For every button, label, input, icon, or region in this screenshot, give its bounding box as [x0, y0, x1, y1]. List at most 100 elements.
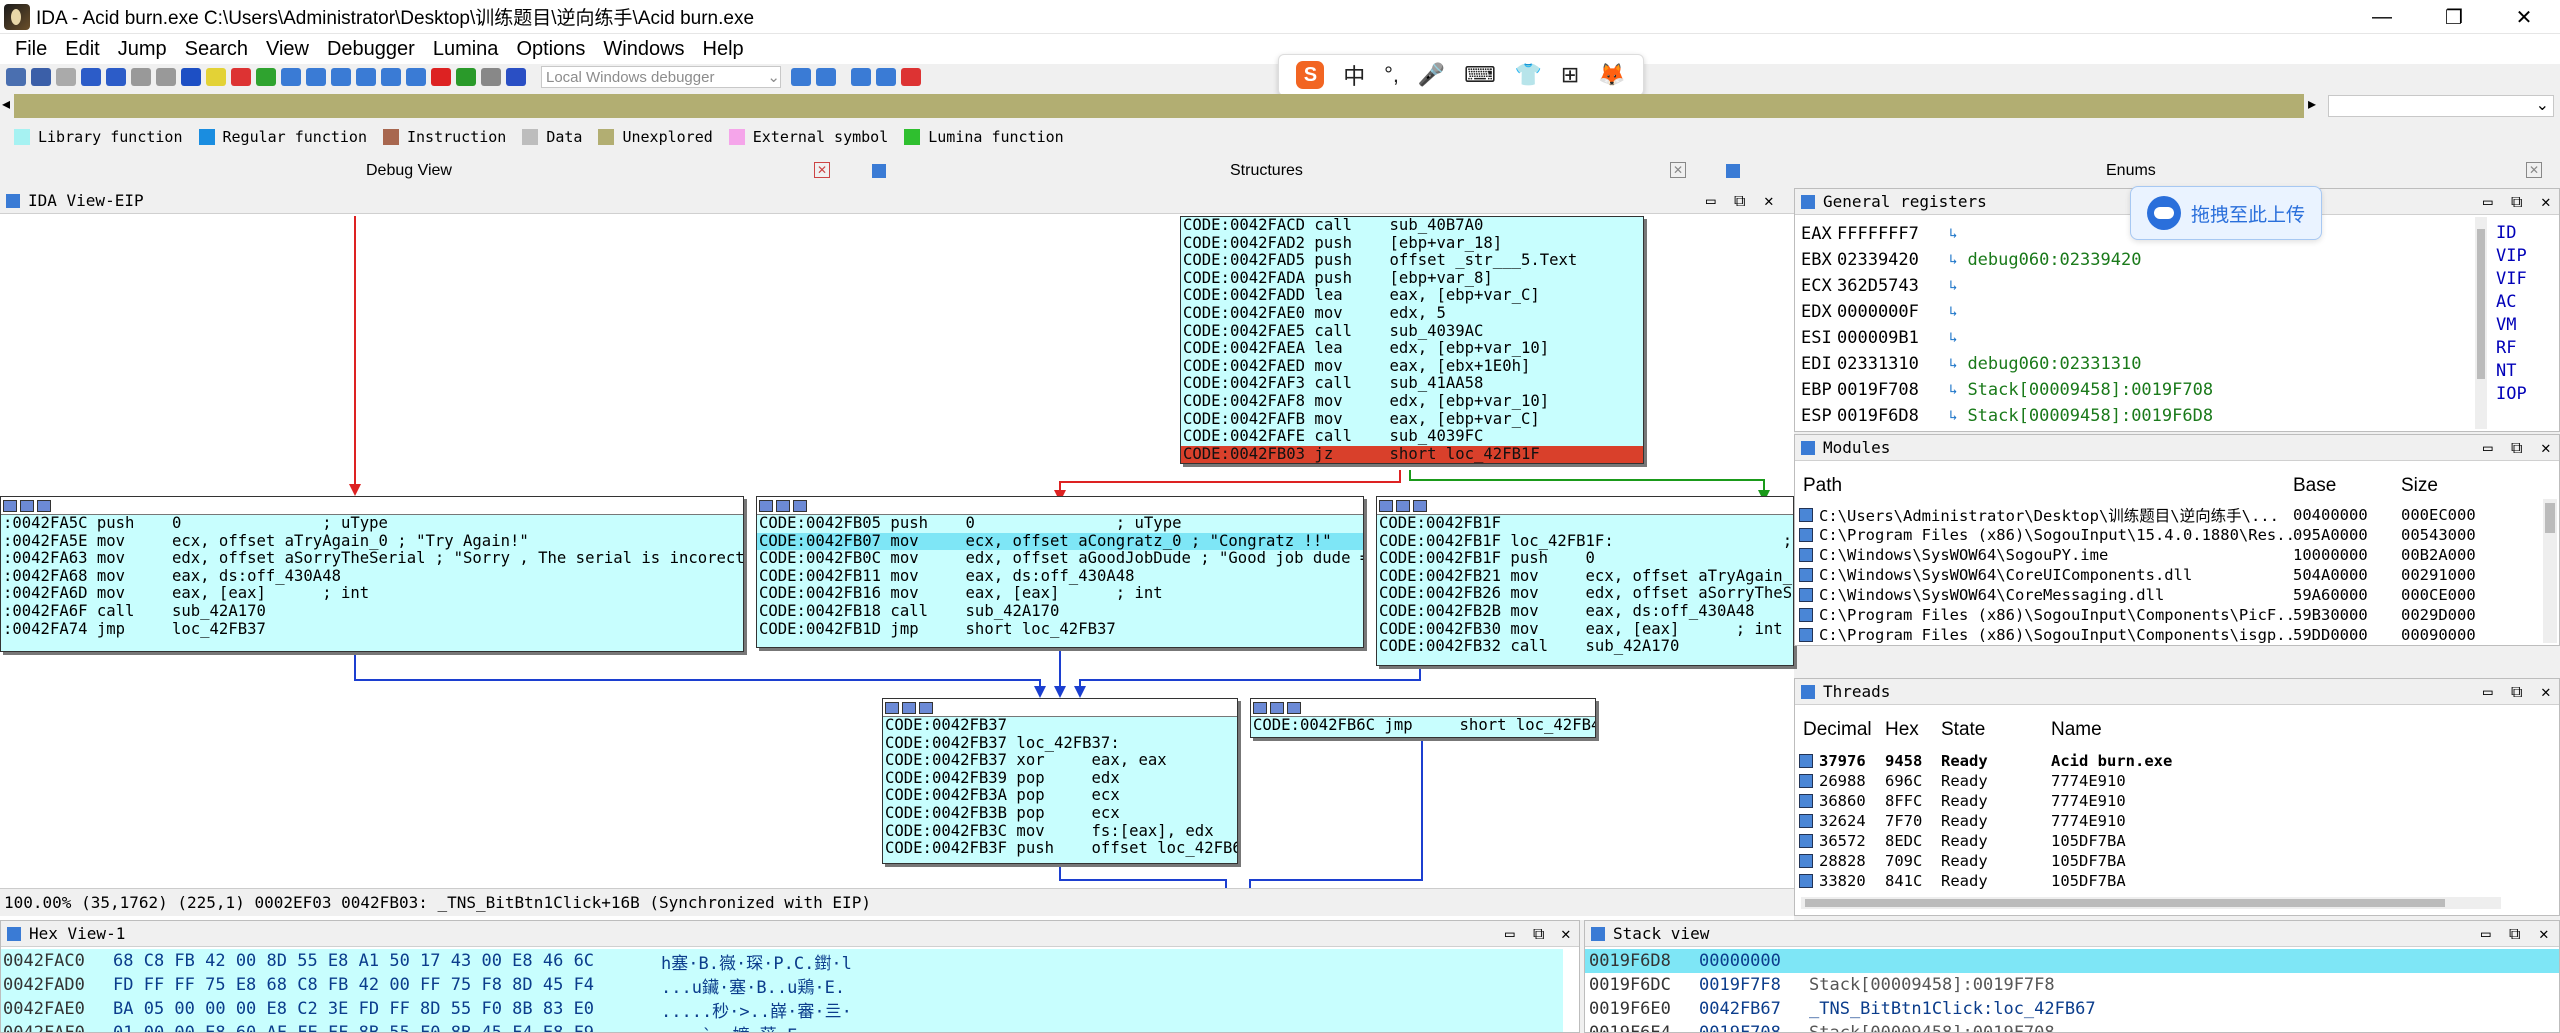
module-row[interactable]: C:\Program Files (x86)\SogouInput\15.4.0… — [1795, 525, 2545, 545]
breakpoints-icon[interactable] — [851, 68, 871, 86]
menu-windows[interactable]: Windows — [594, 38, 693, 61]
module-row[interactable]: C:\Users\Administrator\Desktop\训练题目\逆向练手… — [1795, 505, 2545, 525]
punctuation-icon[interactable]: °, — [1384, 62, 1399, 88]
close-icon[interactable]: ✕ — [2541, 438, 2551, 457]
attach-icon[interactable] — [791, 68, 811, 86]
code-line[interactable]: CODE:0042FB26 mov edx, offset aSorryTheS… — [1377, 585, 1793, 603]
jump-arrow-icon[interactable]: ↳ — [1949, 408, 1957, 424]
flag-item[interactable]: ID — [2496, 222, 2556, 245]
code-line[interactable]: CODE:0042FAEA lea edx, [ebp+var_10] — [1181, 340, 1643, 358]
stack-value[interactable]: 0019F708 — [1699, 1023, 1809, 1032]
minimize-button[interactable]: — — [2352, 0, 2412, 34]
module-row[interactable]: C:\Program Files (x86)\SogouInput\Compon… — [1795, 605, 2545, 625]
close-icon[interactable]: ✕ — [2541, 192, 2551, 211]
hex-row[interactable]: 0042FAE0 BA 05 00 00 00 E8 C2 3E FD FF 8D… — [1, 997, 1563, 1022]
run-icon[interactable] — [456, 68, 476, 86]
chart-icon[interactable] — [406, 68, 426, 86]
minimize-icon[interactable]: ▭ — [2483, 438, 2493, 457]
code-line[interactable]: CODE:0042FB07 mov ecx, offset aCongratz_… — [757, 532, 1363, 551]
stack-value[interactable]: 0019F7F8 — [1699, 975, 1809, 995]
code-line[interactable]: CODE:0042FADD lea eax, [ebp+var_C] — [1181, 287, 1643, 305]
jump-arrow-icon[interactable]: ↳ — [1949, 278, 1957, 294]
upload-drop-tip[interactable]: 拖拽至此上传 — [2130, 186, 2322, 240]
register-row[interactable]: ESP 0019F6D8 ↳ Stack[00009458]:0019F6D8 — [1795, 403, 2475, 429]
code-line[interactable]: CODE:0042FAE0 mov edx, 5 — [1181, 304, 1643, 323]
nav-left-arrow-icon[interactable]: ◂ — [2, 94, 10, 114]
close-icon[interactable]: ✕ — [2541, 682, 2551, 701]
graph2-icon[interactable] — [306, 68, 326, 86]
code-line[interactable]: CODE:0042FB2B mov eax, ds:off_430A48 — [1377, 602, 1793, 621]
minimize-icon[interactable]: ▭ — [2481, 924, 2491, 943]
column-name[interactable]: Name — [2051, 719, 2351, 741]
mascot-icon[interactable]: 🦊 — [1598, 62, 1625, 88]
code-line[interactable]: CODE:0042FB11 mov eax, ds:off_430A48 — [757, 567, 1363, 586]
stack-row[interactable]: 0019F6E4 0019F708 Stack[00009458]:0019F708 — [1585, 1021, 2559, 1032]
code-line[interactable]: CODE:0042FB18 call sub_42A170 — [757, 602, 1363, 621]
register-comment[interactable]: Stack[00009458]:0019F6D8 — [1967, 406, 2213, 426]
code-line[interactable]: CODE:0042FB32 call sub_42A170 — [1377, 638, 1793, 656]
menu-debugger[interactable]: Debugger — [318, 38, 424, 61]
stop-icon[interactable] — [506, 68, 526, 86]
code-line[interactable]: :0042FA5E mov ecx, offset aTryAgain_0 ; … — [1, 532, 743, 551]
modules-scrollbar[interactable] — [2543, 499, 2557, 643]
module-row[interactable]: C:\Windows\SysWOW64\SogouPY.ime 10000000 0… — [1795, 545, 2545, 565]
code-line[interactable]: CODE:0042FB30 mov eax, [eax] ; int — [1377, 620, 1793, 639]
hex-bytes[interactable]: 01 00 00 E8 60 AF FE FF 8B 55 F0 8B 45 F… — [113, 1023, 661, 1032]
stop-x-icon[interactable] — [431, 68, 451, 86]
thread-row[interactable]: 36860 8FFC Ready 7774E910 — [1795, 791, 2545, 811]
jump-arrow-icon[interactable]: ↳ — [1949, 252, 1957, 268]
hex-row[interactable]: 0042FAC0 68 C8 FB 42 00 8D 55 E8 A1 50 17… — [1, 949, 1563, 974]
keyboard-icon[interactable]: ⌨ — [1464, 62, 1496, 88]
close-icon[interactable]: ✕ — [1670, 162, 1686, 178]
column-hex[interactable]: Hex — [1885, 719, 1941, 741]
stack-row[interactable]: 0019F6DC 0019F7F8 Stack[00009458]:0019F7F8 — [1585, 973, 2559, 997]
register-row[interactable]: EBX 02339420 ↳ debug060:02339420 — [1795, 247, 2475, 273]
code-line[interactable]: CODE:0042FB37 — [883, 716, 1237, 735]
code-line[interactable]: :0042FA6F call sub_42A170 — [1, 602, 743, 621]
minimize-icon[interactable]: ▭ — [2483, 682, 2493, 701]
minimize-icon[interactable]: ▭ — [1706, 191, 1716, 210]
pause-icon[interactable] — [481, 68, 501, 86]
register-row[interactable]: EDI 02331310 ↳ debug060:02331310 — [1795, 351, 2475, 377]
stack-comment[interactable]: Stack[00009458]:0019F7F8 — [1809, 975, 2055, 995]
hex-ascii[interactable]: .....秒·>..嶭·審·亖· — [661, 997, 1161, 1022]
code-line[interactable]: CODE:0042FB16 mov eax, [eax] ; int — [757, 585, 1363, 603]
stack-row[interactable]: 0019F6D8 00000000 — [1585, 949, 2559, 973]
module-row[interactable]: C:\Windows\SysWOW64\CoreUIComponents.dll… — [1795, 565, 2545, 585]
code-line[interactable]: :0042FA5C push 0 ; uType — [1, 514, 743, 533]
float-icon[interactable]: ⧉ — [2511, 682, 2522, 702]
jump-arrow-icon[interactable]: ↳ — [1949, 382, 1957, 398]
code-line[interactable]: CODE:0042FAFE call sub_4039FC — [1181, 428, 1643, 446]
code-line[interactable]: CODE:0042FAED mov eax, [ebx+1E0h] — [1181, 357, 1643, 376]
detach-icon[interactable] — [816, 68, 836, 86]
hex-ascii[interactable]: h塞·B.嶶·琛·P.C.鑆·l — [661, 949, 1161, 974]
stack-value[interactable]: 00000000 — [1699, 951, 1809, 971]
float-icon[interactable]: ⧉ — [2511, 192, 2522, 212]
module-row[interactable]: C:\Program Files (x86)\SogouInput\Compon… — [1795, 625, 2545, 645]
delete-breakpoint-icon[interactable] — [901, 68, 921, 86]
code-block-loc-42fb37[interactable]: CODE:0042FB37 CODE:0042FB37 loc_42FB37: CO… — [882, 698, 1238, 864]
close-icon[interactable]: ✕ — [1764, 191, 1774, 210]
hex-bytes[interactable]: FD FF FF 75 E8 68 C8 FB 42 00 FF 75 F8 8… — [113, 975, 661, 995]
column-path[interactable]: Path — [1795, 475, 2293, 497]
thread-row[interactable]: 33820 841C Ready 105DF7BA — [1795, 871, 2545, 891]
close-icon[interactable]: ✕ — [814, 162, 830, 178]
flag-item[interactable]: VIP — [2496, 245, 2556, 268]
register-row[interactable]: ECX 362D5743 ↳ — [1795, 273, 2475, 299]
thread-row[interactable]: 37976 9458 Ready Acid burn.exe — [1795, 751, 2545, 771]
register-value[interactable]: 000009B1 — [1837, 328, 1949, 348]
stack-comment[interactable]: _TNS_BitBtn1Click:loc_42FB67 — [1809, 999, 2096, 1019]
code-line[interactable]: CODE:0042FB3C mov fs:[eax], edx — [883, 822, 1237, 841]
register-value[interactable]: 0000000F — [1837, 302, 1949, 322]
code-line[interactable]: CODE:0042FB37 xor eax, eax — [883, 752, 1237, 770]
toolbox-icon[interactable]: ⊞ — [1561, 62, 1579, 88]
code-line[interactable]: CODE:0042FB21 mov ecx, offset aTryAgain_… — [1377, 567, 1793, 586]
code-line[interactable]: CODE:0042FAFB mov eax, [ebp+var_C] — [1181, 410, 1643, 429]
code-block-congratz[interactable]: CODE:0042FB05 push 0 ; uType CODE:0042FB0… — [756, 496, 1364, 648]
code-line[interactable]: CODE:0042FAE5 call sub_4039AC — [1181, 322, 1643, 341]
close-button[interactable]: ✕ — [2494, 0, 2554, 34]
xref2-icon[interactable] — [356, 68, 376, 86]
code-line[interactable]: CODE:0042FB0C mov edx, offset aGoodJobDu… — [757, 550, 1363, 568]
function-icon[interactable] — [231, 68, 251, 86]
tab-enums[interactable]: Enums — [2106, 162, 2156, 180]
